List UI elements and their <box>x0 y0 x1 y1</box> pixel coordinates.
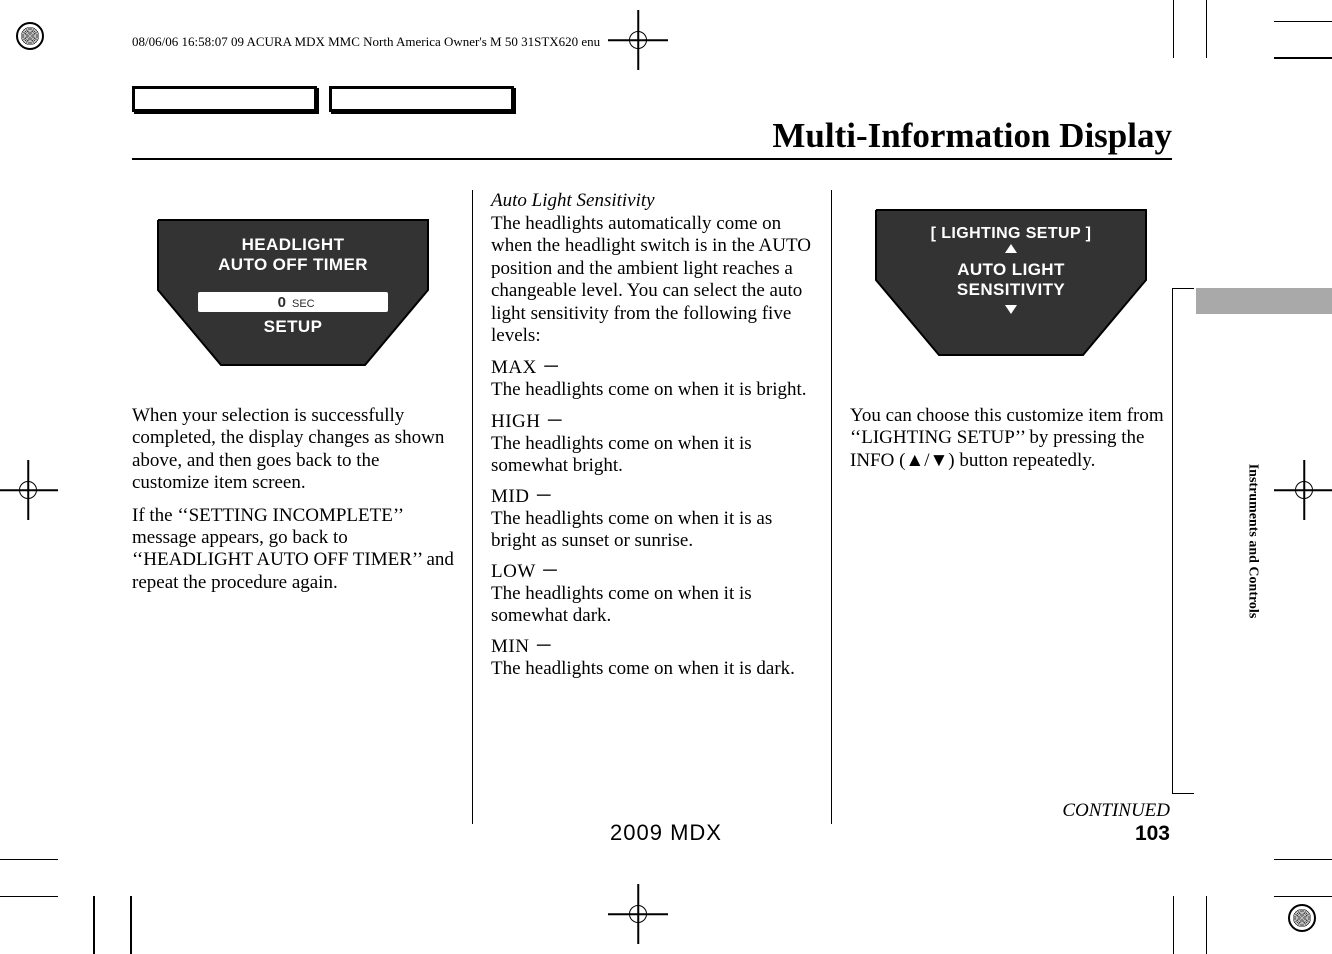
dash-illustration-lighting-setup: [ LIGHTING SETUP ] AUTO LIGHT SENSITIVIT… <box>850 190 1172 405</box>
illo2-title: [ LIGHTING SETUP ] <box>931 225 1092 242</box>
page-number: 103 <box>1135 822 1170 846</box>
level-label: LOW <box>491 561 536 582</box>
crop-mark <box>1274 896 1332 898</box>
crop-mark <box>93 896 95 954</box>
level-desc: The headlights come on when it is somewh… <box>491 433 752 476</box>
section-side-label: Instruments and Controls <box>1244 464 1260 619</box>
crop-mark <box>0 896 58 898</box>
col2-intro: The headlights automatically come on whe… <box>491 213 813 347</box>
crop-mark <box>130 896 132 954</box>
illo-line1: HEADLIGHT <box>242 235 345 254</box>
col1-para2: If the ‘‘SETTING INCOMPLETE’’ message ap… <box>132 505 454 595</box>
crosshair-icon <box>608 884 668 944</box>
column-3: [ LIGHTING SETUP ] AUTO LIGHT SENSITIVIT… <box>831 190 1172 824</box>
level-desc: The headlights come on when it is dark. <box>491 658 795 679</box>
doc-meta-line: 08/06/06 16:58:07 09 ACURA MDX MMC North… <box>132 34 600 50</box>
col1-para1: When your selection is successfully comp… <box>132 405 454 495</box>
dash-illustration-headlight: HEADLIGHT AUTO OFF TIMER 0 SEC SETUP <box>132 190 454 405</box>
level-mid: MID － The headlights come on when it is … <box>491 486 813 552</box>
illo2-line1: AUTO LIGHT <box>957 260 1065 279</box>
crop-mark <box>1274 21 1332 23</box>
crosshair-icon <box>608 10 668 70</box>
col3-para1: You can choose this customize item from … <box>850 405 1172 472</box>
crop-mark <box>1173 0 1175 58</box>
level-desc: The headlights come on when it is bright… <box>491 379 807 400</box>
level-label: MID <box>491 486 529 507</box>
print-registration-icon <box>1288 904 1316 932</box>
illo-footer: SETUP <box>264 317 323 336</box>
continued-label: CONTINUED <box>1062 800 1170 822</box>
illo-line2: AUTO OFF TIMER <box>218 255 368 274</box>
column-1: HEADLIGHT AUTO OFF TIMER 0 SEC SETUP Whe… <box>132 190 472 824</box>
crop-mark <box>1206 896 1208 954</box>
crosshair-icon <box>1274 460 1332 520</box>
illo-value-num: 0 <box>278 294 286 311</box>
title-underline <box>132 158 1172 160</box>
crop-mark <box>1274 57 1332 59</box>
footer-year-model: 2009 MDX <box>610 820 722 846</box>
level-low: LOW － The headlights come on when it is … <box>491 561 813 627</box>
print-registration-icon <box>16 22 44 50</box>
level-label: HIGH <box>491 411 541 432</box>
crop-mark <box>1173 896 1175 954</box>
illo-value-unit: SEC <box>292 298 315 310</box>
level-label: MAX <box>491 357 537 378</box>
page-title: Multi-Information Display <box>772 116 1172 156</box>
crop-mark <box>1206 0 1208 58</box>
crop-mark <box>0 859 58 861</box>
level-desc: The headlights come on when it is as bri… <box>491 508 772 551</box>
level-high: HIGH － The headlights come on when it is… <box>491 411 813 477</box>
section-side-tab: Instruments and Controls <box>1172 288 1194 794</box>
col2-subhead: Auto Light Sensitivity <box>491 190 813 212</box>
level-min: MIN － The headlights come on when it is … <box>491 636 813 680</box>
content-columns: HEADLIGHT AUTO OFF TIMER 0 SEC SETUP Whe… <box>132 190 1172 824</box>
bleed-tab <box>1196 288 1332 314</box>
level-label: MIN <box>491 636 529 657</box>
crop-mark <box>1274 859 1332 861</box>
illo2-line2: SENSITIVITY <box>957 280 1066 299</box>
level-max: MAX － The headlights come on when it is … <box>491 357 813 401</box>
header-blank-boxes <box>132 86 514 112</box>
crosshair-icon <box>0 460 58 520</box>
column-2: Auto Light Sensitivity The headlights au… <box>472 190 831 824</box>
level-desc: The headlights come on when it is somewh… <box>491 583 752 626</box>
